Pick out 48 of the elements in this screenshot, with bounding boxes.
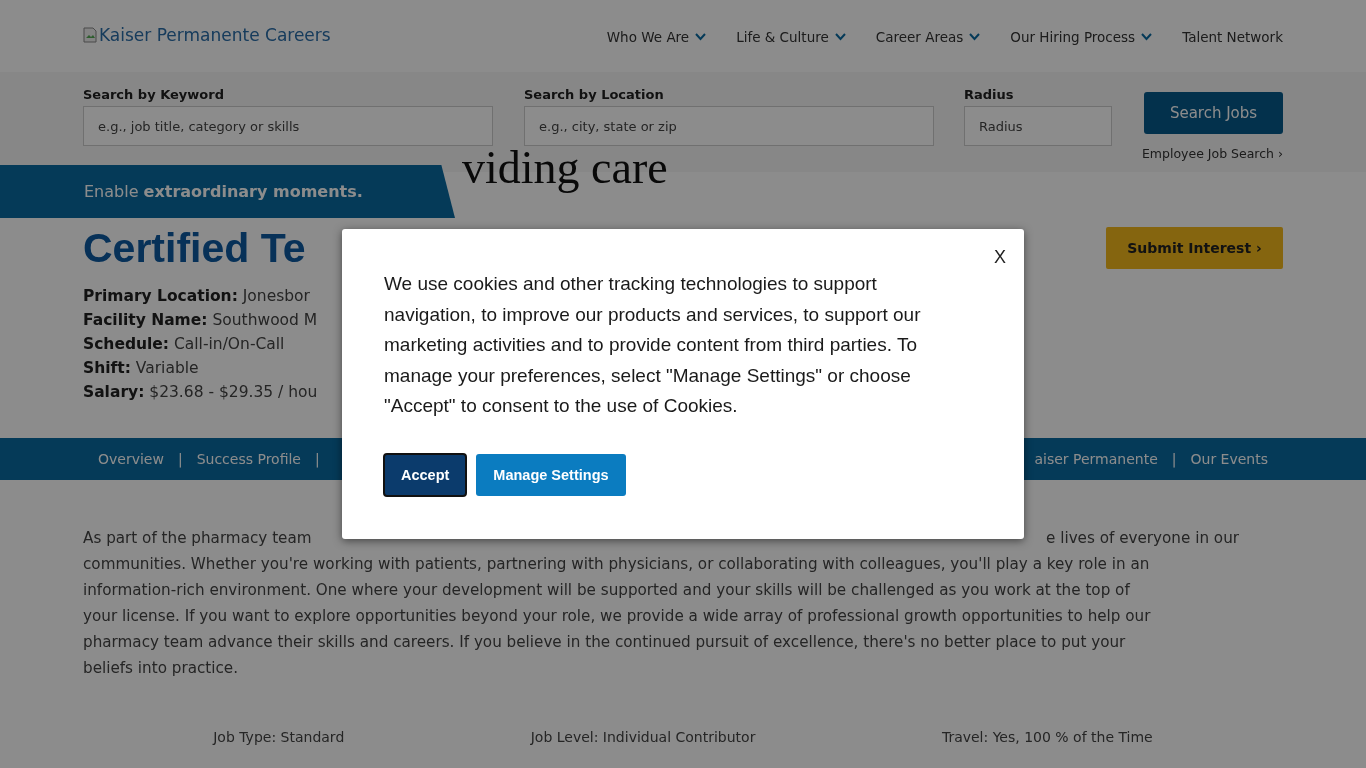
- search-field[interactable]: e.g., job title, category or skills: [83, 106, 493, 146]
- section-tab[interactable]: Our Events: [1190, 451, 1268, 467]
- search-field[interactable]: Radius: [964, 106, 1112, 146]
- nav-link[interactable]: Our Hiring Process: [1010, 29, 1153, 45]
- job-title: Certified Te: [83, 224, 306, 272]
- job-fact: Job Type: Standard: [213, 729, 345, 745]
- cookie-notice-text: We use cookies and other tracking technologies to support navigation, to improve our products and services, to support our marketing activities and to provide content from third parties. To manage your preferences, select "Manage Settings" or choose "Accept" to consent to the use of Cookies.: [384, 272, 922, 418]
- description-text: beliefs into practice.: [83, 658, 239, 679]
- job-detail: Shift: Variable: [83, 358, 199, 379]
- section-tab[interactable]: aiser Permanente: [1034, 451, 1158, 467]
- tab-separator: |: [177, 451, 183, 467]
- nav-link[interactable]: Life & Culture: [736, 29, 846, 45]
- chevron-down-icon[interactable]: [834, 33, 846, 41]
- nav-link[interactable]: Who We Are: [606, 29, 707, 45]
- tab-separator: |: [1171, 451, 1177, 467]
- chevron-down-icon[interactable]: [695, 33, 707, 41]
- employee-job-search-link[interactable]: Employee Job Search ›: [1141, 146, 1283, 161]
- submit-interest-button[interactable]: Submit Interest ›: [1106, 227, 1283, 269]
- job-detail: Salary: $23.68 - $29.35 / hou: [83, 382, 318, 403]
- description-text: pharmacy team advance their skills and careers. If you believe in the continued pursuit of excellence, there's no better place to put your: [83, 632, 1127, 653]
- chevron-down-icon[interactable]: [1141, 33, 1153, 41]
- nav-link[interactable]: Talent Network: [1182, 29, 1283, 45]
- description-text: your license. If you want to explore opportunities beyond your role, we provide a wide array of professional growth opportunities to help our: [83, 606, 1152, 627]
- field-label: Search by Keyword: [83, 87, 225, 102]
- description-text: As part of the pharmacy team: [83, 528, 312, 549]
- section-tab[interactable]: Overview: [98, 451, 164, 467]
- job-detail: Primary Location: Jonesbor: [83, 286, 310, 307]
- description-text: communities. Whether you're working with patients, partnering with physicians, or collaborating with colleagues, you'll play a key role in an: [83, 554, 1151, 575]
- chevron-down-icon[interactable]: [969, 33, 981, 41]
- field-label: Radius: [964, 87, 1015, 102]
- hero-banner: Enable extraordinary moments.: [0, 165, 455, 218]
- section-tab[interactable]: Success Profile: [196, 451, 301, 467]
- logo-alt-text[interactable]: Kaiser Permanente Careers: [99, 25, 331, 45]
- job-detail: Facility Name: Southwood M: [83, 310, 318, 331]
- job-detail: Schedule: Call-in/On-Call: [83, 334, 285, 355]
- close-button[interactable]: X: [992, 245, 1008, 270]
- description-text: information-rich environment. One where your development will be supported and your skills will be challenged as you work at the top of: [83, 580, 1131, 601]
- accept-button[interactable]: Accept: [384, 453, 467, 496]
- job-fact: Travel: Yes, 100 % of the Time: [941, 729, 1153, 745]
- manage-settings-button[interactable]: Manage Settings: [476, 453, 626, 496]
- description-text: e lives of everyone in our: [1046, 528, 1239, 549]
- nav-link[interactable]: Career Areas: [875, 29, 981, 45]
- broken-image-icon: [83, 27, 97, 43]
- field-label: Search by Location: [524, 87, 665, 102]
- search-jobs-button[interactable]: Search Jobs: [1144, 92, 1283, 134]
- tab-separator: |: [315, 451, 320, 467]
- job-fact: Job Level: Individual Contributor: [530, 729, 756, 745]
- search-field[interactable]: e.g., city, state or zip: [524, 106, 934, 146]
